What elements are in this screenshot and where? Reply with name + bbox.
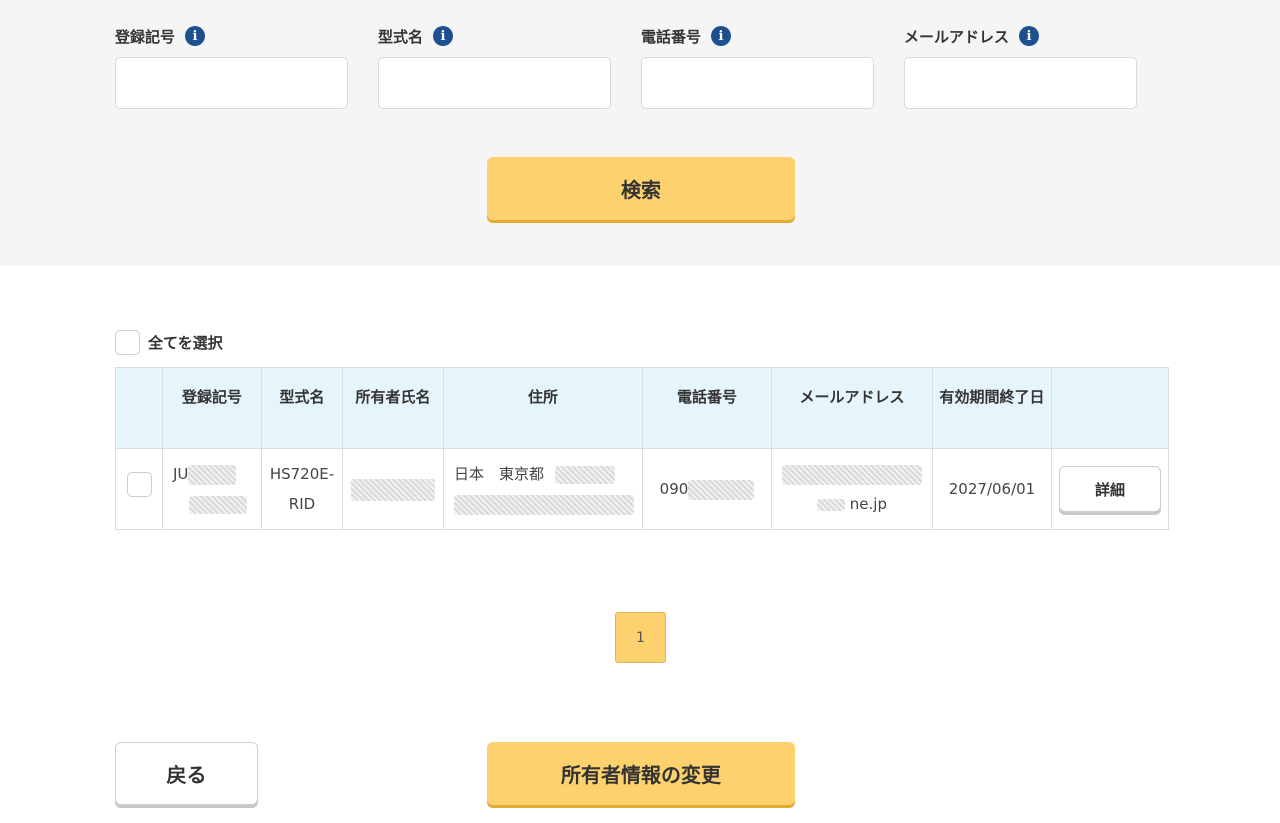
model-cell: HS720E-RID bbox=[261, 448, 343, 530]
redacted-text bbox=[688, 479, 755, 500]
redacted-text bbox=[554, 465, 615, 484]
model-label: 型式名 bbox=[378, 27, 424, 46]
info-icon[interactable]: i bbox=[433, 26, 454, 46]
email-label: メールアドレス bbox=[904, 27, 1010, 46]
expiry-cell: 2027/06/01 bbox=[932, 448, 1052, 530]
info-icon[interactable]: i bbox=[1019, 26, 1040, 46]
phone-field: 電話番号 i bbox=[641, 24, 874, 109]
phone-input[interactable] bbox=[641, 57, 874, 109]
redacted-text bbox=[454, 494, 634, 515]
model-input[interactable] bbox=[378, 57, 611, 109]
redacted-text bbox=[782, 464, 922, 485]
info-icon[interactable]: i bbox=[711, 26, 732, 46]
registration-value: JU bbox=[173, 465, 189, 483]
select-all-checkbox[interactable] bbox=[115, 330, 140, 355]
back-button[interactable]: 戻る bbox=[115, 742, 258, 805]
registration-field: 登録記号 i bbox=[115, 24, 348, 109]
pagination-page-1[interactable]: 1 bbox=[615, 612, 666, 663]
email-value: ne.jp bbox=[849, 495, 887, 513]
address-cell: 日本 東京都 bbox=[443, 448, 643, 530]
phone-cell: 090 bbox=[642, 448, 772, 530]
col-header-address: 住所 bbox=[443, 367, 643, 449]
model-field: 型式名 i bbox=[378, 24, 611, 109]
table-header-row: 登録記号 型式名 所有者氏名 住所 電話番号 メールアドレス 有効期間終了日 bbox=[115, 367, 1169, 449]
redacted-text bbox=[189, 495, 247, 514]
registration-label: 登録記号 bbox=[115, 27, 176, 46]
registration-input[interactable] bbox=[115, 57, 348, 109]
search-button[interactable]: 検索 bbox=[487, 157, 795, 220]
redacted-text bbox=[351, 478, 435, 501]
col-header-model: 型式名 bbox=[261, 367, 343, 449]
phone-label: 電話番号 bbox=[641, 27, 702, 46]
redacted-text bbox=[817, 498, 845, 511]
results-table: 登録記号 型式名 所有者氏名 住所 電話番号 メールアドレス 有効期間終了日 J… bbox=[115, 367, 1169, 530]
select-all-label: 全てを選択 bbox=[148, 334, 223, 352]
email-input[interactable] bbox=[904, 57, 1137, 109]
owner-cell bbox=[342, 448, 444, 530]
col-header-expiry: 有効期間終了日 bbox=[932, 367, 1052, 449]
row-checkbox[interactable] bbox=[126, 471, 152, 497]
redacted-text bbox=[188, 464, 237, 485]
phone-value: 090 bbox=[659, 480, 689, 498]
col-header-owner: 所有者氏名 bbox=[342, 367, 444, 449]
info-icon[interactable]: i bbox=[185, 26, 206, 46]
col-header-phone: 電話番号 bbox=[642, 367, 772, 449]
row-checkbox-cell bbox=[115, 448, 163, 530]
address-value: 日本 東京都 bbox=[454, 465, 545, 483]
email-field: メールアドレス i bbox=[904, 24, 1137, 109]
select-all[interactable]: 全てを選択 bbox=[115, 330, 223, 355]
change-owner-button[interactable]: 所有者情報の変更 bbox=[487, 742, 795, 805]
search-panel: 登録記号 i 型式名 i 電話番号 i メールアドレス i 検索 bbox=[0, 0, 1280, 266]
col-header-email: メールアドレス bbox=[771, 367, 933, 449]
col-header-select bbox=[115, 367, 163, 449]
col-header-actions bbox=[1051, 367, 1169, 449]
table-row: JU HS720E-RID 日本 東京都 090 ne.jp 2027/06/0… bbox=[115, 448, 1169, 530]
email-cell: ne.jp bbox=[771, 448, 933, 530]
col-header-registration: 登録記号 bbox=[162, 367, 262, 449]
actions-cell: 詳細 bbox=[1051, 448, 1169, 530]
registration-cell: JU bbox=[162, 448, 262, 530]
detail-button[interactable]: 詳細 bbox=[1059, 466, 1161, 512]
